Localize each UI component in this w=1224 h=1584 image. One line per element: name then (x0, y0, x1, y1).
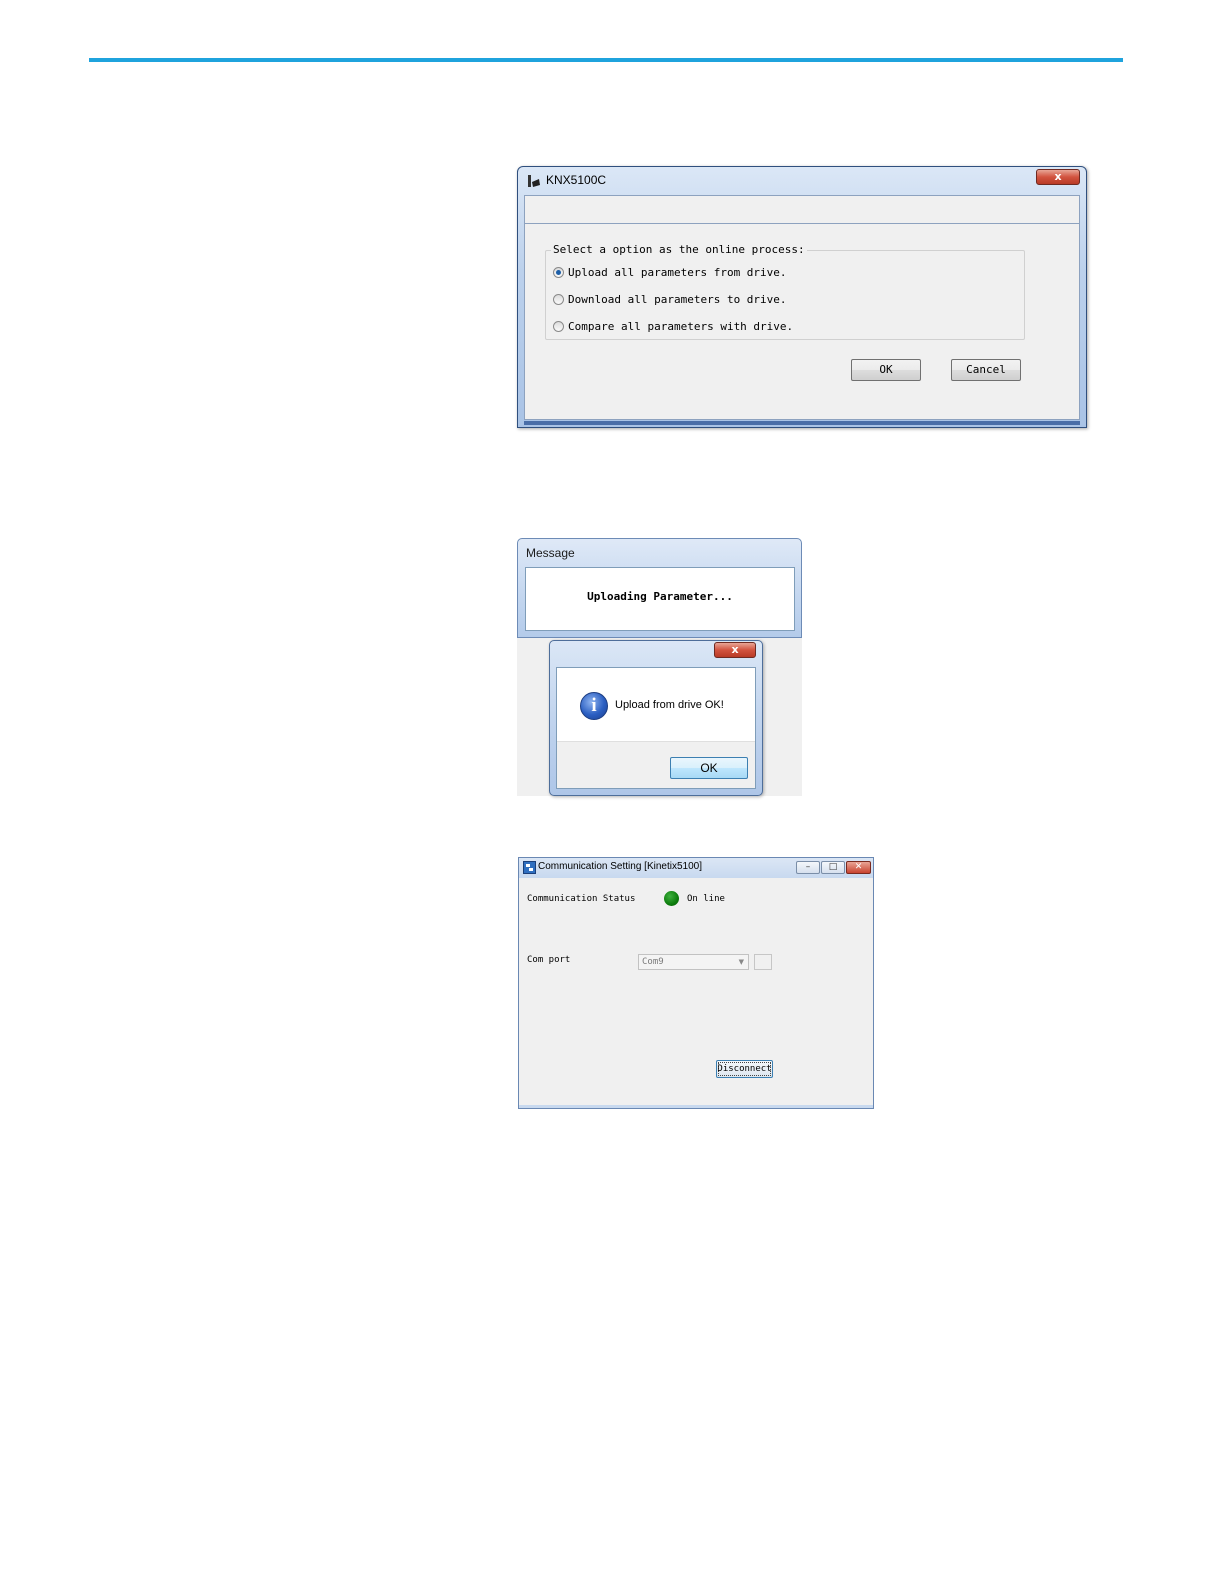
option-group-label: Select a option as the online process: (551, 243, 807, 256)
close-icon[interactable]: ✕ (846, 861, 871, 874)
com-port-select[interactable]: Com9 ▼ (638, 954, 749, 970)
knx-titlebar[interactable]: KNX5100C x (518, 167, 1086, 195)
top-rule (89, 58, 1123, 62)
comm-title: Communication Setting [Kinetix5100] (538, 861, 702, 872)
close-button[interactable]: x (1036, 169, 1080, 185)
chevron-down-icon: ▼ (738, 958, 744, 966)
status-indicator-icon (664, 891, 679, 906)
option-upload[interactable]: Upload all parameters from drive. (553, 266, 787, 279)
cancel-button[interactable]: Cancel (951, 359, 1021, 381)
com-port-label: Com port (527, 955, 571, 965)
focus-outline (718, 1062, 771, 1076)
knx-client: Select a option as the online process: U… (524, 224, 1080, 420)
info-dialog: x i Upload from drive OK! OK (549, 640, 763, 796)
refresh-button[interactable] (754, 954, 772, 970)
message-window: Message Uploading Parameter... (517, 538, 802, 638)
knx-menustrip (524, 195, 1080, 224)
info-body: i Upload from drive OK! OK (556, 667, 756, 789)
knx-title: KNX5100C (546, 173, 607, 187)
message-text: Uploading Parameter... (587, 590, 733, 603)
knx-bottom-edge (524, 421, 1080, 425)
option-download[interactable]: Download all parameters to drive. (553, 293, 787, 306)
ok-button[interactable]: OK (851, 359, 921, 381)
comm-setting-window: Communication Setting [Kinetix5100] – □ … (518, 857, 874, 1109)
disconnect-button[interactable]: Disconnect (716, 1060, 773, 1078)
radio-compare[interactable] (553, 321, 564, 332)
app-icon (528, 175, 540, 187)
option-group: Select a option as the online process: U… (545, 243, 1025, 340)
message-title: Message (526, 546, 575, 560)
message-body: Uploading Parameter... (525, 567, 795, 631)
info-ok-button[interactable]: OK (670, 757, 748, 779)
option-compare-label: Compare all parameters with drive. (568, 320, 794, 333)
info-close-button[interactable]: x (714, 642, 756, 658)
info-icon: i (580, 692, 608, 720)
option-compare[interactable]: Compare all parameters with drive. (553, 320, 793, 333)
com-port-value: Com9 (642, 957, 664, 967)
option-upload-label: Upload all parameters from drive. (568, 266, 787, 279)
comm-app-icon (523, 861, 536, 874)
minimize-icon[interactable]: – (796, 861, 820, 874)
radio-download[interactable] (553, 294, 564, 305)
knx-dialog: KNX5100C x Select a option as the online… (517, 166, 1087, 428)
radio-upload[interactable] (553, 267, 564, 278)
info-text: Upload from drive OK! (615, 699, 724, 711)
option-download-label: Download all parameters to drive. (568, 293, 787, 306)
status-label: Communication Status (527, 894, 636, 904)
status-text: On line (687, 894, 725, 904)
maximize-icon[interactable]: □ (821, 861, 845, 874)
comm-bottom-edge (519, 1105, 873, 1108)
comm-titlebar[interactable]: Communication Setting [Kinetix5100] – □ … (519, 858, 873, 878)
